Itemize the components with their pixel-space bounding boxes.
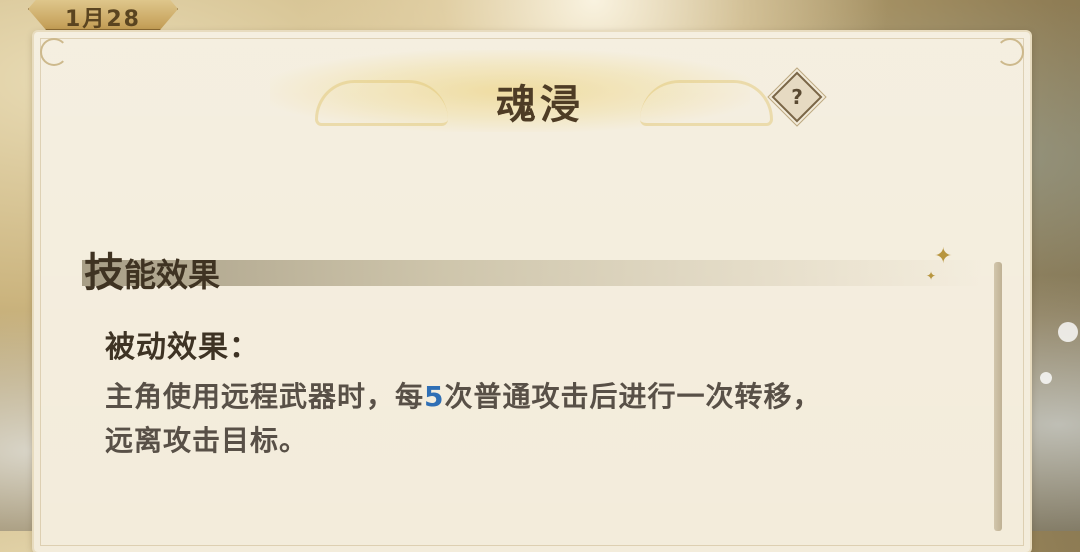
- effect-desc-line2: 远离攻击目标。: [105, 424, 309, 457]
- skill-title: 魂浸: [496, 82, 584, 128]
- effect-desc-number: 5: [424, 380, 445, 413]
- sparkle-icon: ✦: [926, 269, 937, 283]
- section-heading: 技能效果: [84, 240, 220, 298]
- section-heading-initial: 技: [84, 250, 124, 296]
- effect-desc-after: 次普通攻击后进行一次转移，: [444, 380, 822, 413]
- section-heading-rest: 能效果: [124, 256, 221, 294]
- background-bubble: [1040, 372, 1052, 384]
- effect-description: 主角使用远程武器时，每5次普通攻击后进行一次转移， 远离攻击目标。: [105, 375, 965, 463]
- effect-label: 被动效果：: [105, 330, 260, 365]
- sparkle-icon: ✦: [934, 244, 953, 269]
- corner-ornament: [40, 38, 68, 66]
- corner-ornament: [996, 38, 1024, 66]
- question-icon: ?: [791, 85, 803, 109]
- top-tab-badge[interactable]: 1月28: [28, 0, 178, 30]
- top-tab-label: 1月28: [65, 7, 141, 32]
- background-bubble: [1058, 322, 1078, 342]
- scrollbar[interactable]: [994, 262, 1002, 531]
- effect-desc-before: 主角使用远程武器时，每: [105, 380, 425, 413]
